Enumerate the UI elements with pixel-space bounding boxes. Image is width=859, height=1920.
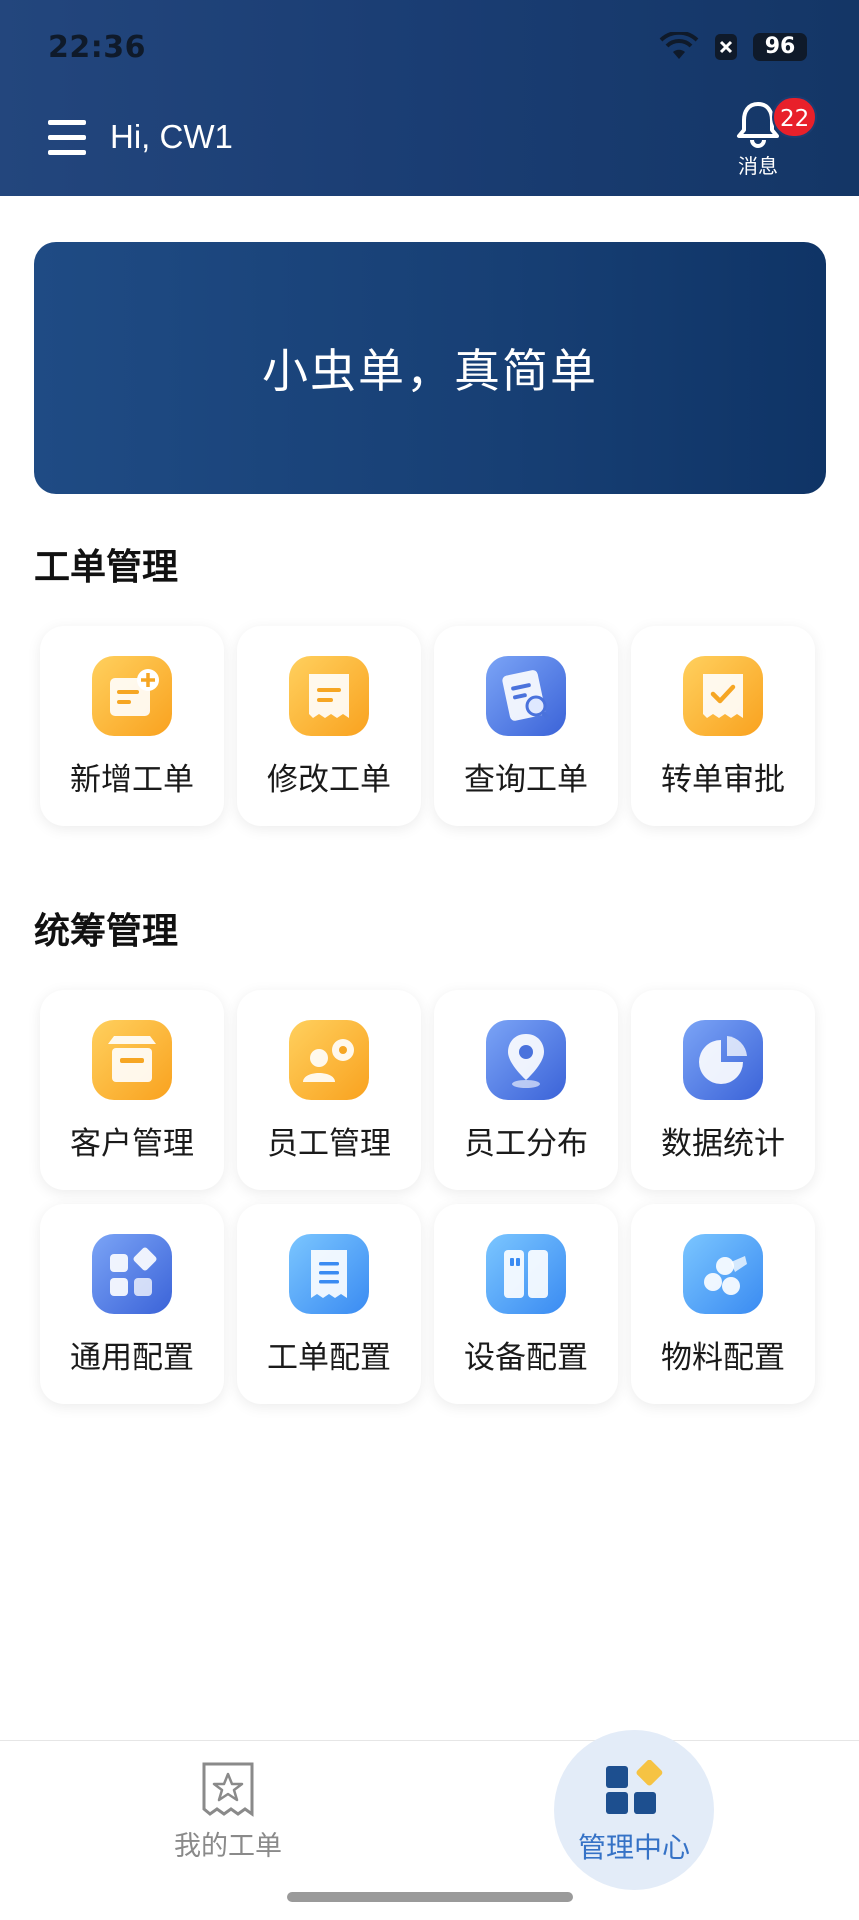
tab-my-work-orders[interactable]: 我的工单	[150, 1760, 306, 1870]
menu-icon[interactable]	[48, 120, 86, 160]
notifications-badge: 22	[772, 96, 818, 138]
tab-label: 管理中心	[577, 1831, 690, 1864]
tile-employee-distribution[interactable]: 员工分布	[434, 990, 618, 1190]
tile-general-config[interactable]: 通用配置	[40, 1204, 224, 1404]
wifi-icon	[659, 32, 699, 59]
tile-customer-management[interactable]: 客户管理	[40, 990, 224, 1190]
tile-label: 员工管理	[267, 1126, 391, 1162]
approval-document-icon	[683, 656, 763, 736]
tile-label: 设备配置	[464, 1340, 588, 1376]
notifications-label: 消息	[738, 154, 778, 178]
status-time: 22:36	[48, 30, 146, 65]
tile-label: 转单审批	[661, 762, 785, 798]
tile-material-config[interactable]: 物料配置	[631, 1204, 815, 1404]
app-header: 22:36 96 Hi, CW1 消息 22	[0, 0, 859, 196]
home-indicator[interactable]	[287, 1892, 573, 1902]
tile-label: 新增工单	[70, 762, 194, 798]
add-document-icon	[92, 656, 172, 736]
section-title-planning: 统筹管理	[34, 911, 179, 952]
tile-device-config[interactable]: 设备配置	[434, 1204, 618, 1404]
tile-data-statistics[interactable]: 数据统计	[631, 990, 815, 1190]
tile-label: 工单配置	[267, 1340, 391, 1376]
tile-label: 物料配置	[661, 1340, 785, 1376]
tile-transfer-approval[interactable]: 转单审批	[631, 626, 815, 826]
tile-employee-management[interactable]: 员工管理	[237, 990, 421, 1190]
slogan-banner: 小虫单，真简单	[34, 242, 826, 494]
star-document-icon	[202, 1762, 254, 1817]
tile-label: 员工分布	[464, 1126, 588, 1162]
order-config-icon	[289, 1234, 369, 1314]
location-pin-icon	[486, 1020, 566, 1100]
material-config-icon	[683, 1234, 763, 1314]
tile-label: 数据统计	[661, 1126, 785, 1162]
section-title-work-orders: 工单管理	[34, 547, 179, 588]
tile-label: 修改工单	[267, 762, 391, 798]
search-document-icon	[486, 656, 566, 736]
tab-label: 我的工单	[174, 1831, 282, 1862]
tile-edit-work-order[interactable]: 修改工单	[237, 626, 421, 826]
store-icon	[92, 1020, 172, 1100]
app-notification-icon	[715, 34, 737, 60]
pie-chart-icon	[683, 1020, 763, 1100]
edit-document-icon	[289, 656, 369, 736]
employee-settings-icon	[289, 1020, 369, 1100]
dashboard-icon	[606, 1759, 663, 1814]
tile-label: 通用配置	[70, 1340, 194, 1376]
greeting-text: Hi, CW1	[110, 118, 233, 155]
grid-config-icon	[92, 1234, 172, 1314]
tile-add-work-order[interactable]: 新增工单	[40, 626, 224, 826]
battery-indicator: 96	[753, 33, 807, 61]
tab-management-center[interactable]: 管理中心	[554, 1759, 714, 1880]
status-icons: 96	[659, 32, 807, 62]
tile-query-work-order[interactable]: 查询工单	[434, 626, 618, 826]
tile-work-order-config[interactable]: 工单配置	[237, 1204, 421, 1404]
tile-label: 客户管理	[70, 1126, 194, 1162]
tile-label: 查询工单	[464, 762, 588, 798]
device-config-icon	[486, 1234, 566, 1314]
